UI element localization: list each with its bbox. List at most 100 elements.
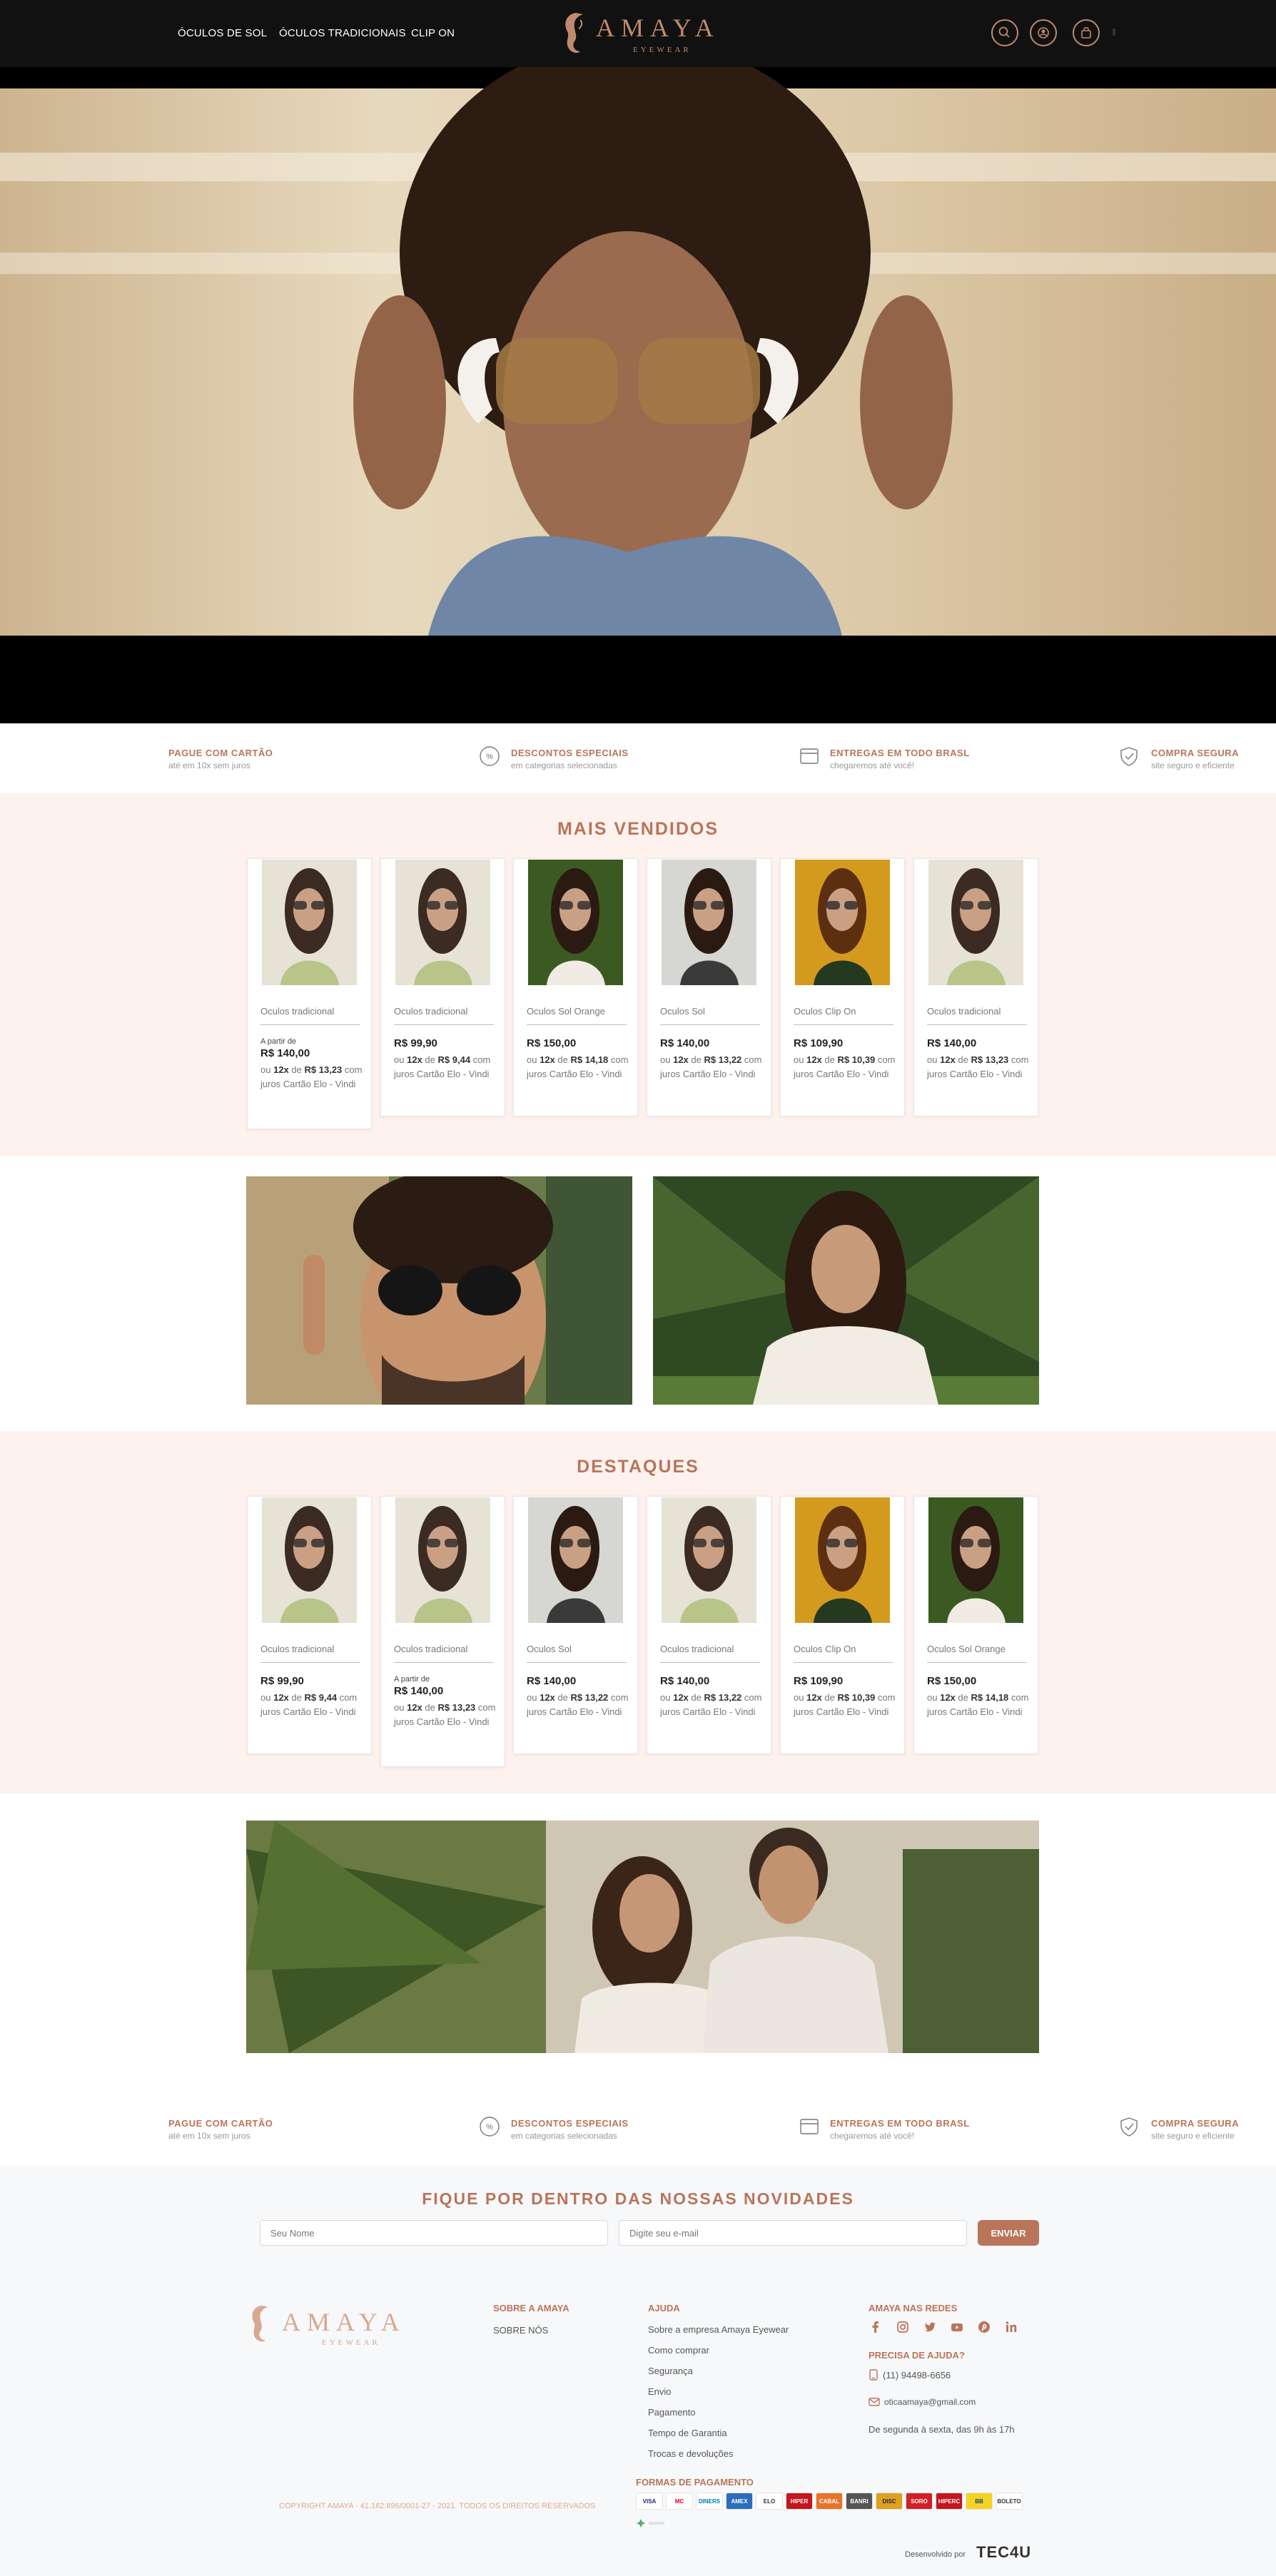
product-name[interactable]: Oculos tradicional	[260, 1644, 334, 1654]
product-card[interactable]: Oculos tradicional A partir de R$ 140,00…	[247, 858, 372, 1129]
email-input[interactable]	[619, 2220, 967, 2246]
product-name[interactable]: Oculos Sol Orange	[927, 1644, 1006, 1654]
divider	[794, 1024, 893, 1025]
product-price: R$ 150,00	[527, 1037, 577, 1049]
product-name[interactable]: Oculos tradicional	[660, 1644, 734, 1654]
product-image[interactable]	[662, 1497, 756, 1623]
highlights-section: DESTAQUES Oculos tradicional R$ 99,90 ou…	[0, 1431, 1276, 1793]
youtube-icon[interactable]	[950, 2320, 964, 2334]
installment-value: R$ 10,39	[837, 1692, 876, 1703]
submit-button[interactable]: ENVIAR	[978, 2220, 1039, 2246]
footer-logo[interactable]: AMAYA EYEWEAR	[246, 2301, 425, 2351]
product-price: R$ 140,00	[927, 1037, 977, 1049]
product-name[interactable]: Oculos tradicional	[394, 1006, 467, 1017]
product-image[interactable]	[662, 860, 756, 985]
product-price: R$ 140,00	[394, 1685, 444, 1697]
social-icons	[869, 2320, 1018, 2334]
nav-clip-on[interactable]: CLIP ON	[411, 27, 455, 39]
payment-method-badge: HIPER	[786, 2493, 813, 2510]
twitter-icon[interactable]	[923, 2320, 937, 2334]
product-card[interactable]: Oculos tradicional R$ 99,90 ou 12x de R$…	[247, 1496, 372, 1754]
product-name[interactable]: Oculos Sol	[660, 1006, 705, 1017]
banner-image	[653, 1176, 1039, 1405]
installment-info: ou 12x de R$ 13,22 com juros Cartão Elo …	[660, 1053, 763, 1081]
nav-oculos-de-sol[interactable]: ÓCULOS DE SOL	[178, 27, 267, 39]
product-name[interactable]: Oculos Clip On	[794, 1006, 856, 1017]
footer-link[interactable]: Pagamento	[648, 2407, 789, 2428]
benefit-subtitle: chegaremos até você!	[830, 2131, 915, 2141]
product-image[interactable]	[528, 1497, 623, 1623]
product-image[interactable]	[395, 860, 490, 985]
installment-prefix: ou	[394, 1054, 405, 1065]
product-image[interactable]	[395, 1497, 490, 1623]
footer-link-about-us[interactable]: SOBRE NÓS	[493, 2325, 548, 2336]
product-card[interactable]: Oculos tradicional R$ 99,90 ou 12x de R$…	[380, 858, 505, 1116]
product-name[interactable]: Oculos tradicional	[927, 1006, 1001, 1017]
developer-logo[interactable]: TEC4U	[976, 2543, 1031, 2562]
product-card[interactable]: Oculos Sol Orange R$ 150,00 ou 12x de R$…	[913, 1496, 1038, 1754]
installment-value: R$ 13,22	[704, 1054, 742, 1065]
product-name[interactable]: Oculos Clip On	[794, 1644, 856, 1654]
linkedin-icon[interactable]	[1004, 2320, 1018, 2334]
footer-phone[interactable]: (11) 94498-6656	[869, 2369, 951, 2381]
product-image[interactable]	[528, 860, 623, 985]
footer-email[interactable]: oticaamaya@gmail.com	[869, 2397, 976, 2407]
product-card[interactable]: Oculos Sol Orange R$ 150,00 ou 12x de R$…	[513, 858, 638, 1116]
account-button[interactable]	[1030, 19, 1057, 46]
logo[interactable]: AMAYA EYEWEAR	[559, 9, 730, 58]
search-button[interactable]	[991, 19, 1018, 46]
name-input[interactable]	[260, 2220, 608, 2246]
benefit-title: ENTREGAS EM TODO BRASL	[830, 748, 970, 758]
installment-info: ou 12x de R$ 13,22 com juros Cartão Elo …	[527, 1691, 629, 1719]
product-name[interactable]: Oculos tradicional	[260, 1006, 334, 1017]
cart-count-indicator	[1113, 29, 1115, 36]
mail-icon	[869, 2398, 880, 2406]
product-image[interactable]	[928, 1497, 1023, 1623]
installment-prefix: ou	[527, 1692, 537, 1703]
footer-link[interactable]: Como comprar	[648, 2345, 789, 2366]
product-image[interactable]	[262, 860, 357, 985]
product-card[interactable]: Oculos Sol R$ 140,00 ou 12x de R$ 13,22 …	[647, 858, 771, 1116]
product-card[interactable]: Oculos Sol R$ 140,00 ou 12x de R$ 13,22 …	[513, 1496, 638, 1754]
banner-couple[interactable]	[246, 1821, 1039, 2053]
footer-link[interactable]: Sobre a empresa Amaya Eyewear	[648, 2324, 789, 2345]
footer-link[interactable]: Tempo de Garantia	[648, 2428, 789, 2448]
nav-oculos-tradicionais[interactable]: ÓCULOS TRADICIONAIS	[279, 27, 406, 39]
installment-of: de	[958, 1692, 968, 1703]
payment-method-badge: VISA	[636, 2493, 663, 2510]
banner-woman-plants[interactable]	[653, 1176, 1039, 1405]
product-price: R$ 140,00	[660, 1037, 710, 1049]
footer-about-title: SOBRE A AMAYA	[493, 2303, 569, 2313]
product-image[interactable]	[795, 1497, 890, 1623]
logo-brand: AMAYA	[282, 2308, 406, 2336]
product-card[interactable]: Oculos tradicional A partir de R$ 140,00…	[380, 1496, 505, 1767]
footer-link[interactable]: Segurança	[648, 2366, 789, 2386]
product-name[interactable]: Oculos Sol Orange	[527, 1006, 605, 1017]
pinterest-icon[interactable]	[977, 2320, 991, 2334]
instagram-icon[interactable]	[896, 2320, 910, 2334]
footer-social-title: AMAYA NAS REDES	[869, 2303, 958, 2313]
product-price: R$ 150,00	[927, 1675, 977, 1687]
banner-sunglasses-man[interactable]	[246, 1176, 632, 1405]
product-card[interactable]: Oculos tradicional R$ 140,00 ou 12x de R…	[913, 858, 1038, 1116]
product-image[interactable]	[928, 860, 1023, 985]
security-seals	[636, 2518, 664, 2528]
product-card[interactable]: Oculos Clip On R$ 109,90 ou 12x de R$ 10…	[780, 1496, 905, 1754]
installment-of: de	[691, 1692, 702, 1703]
product-card[interactable]: Oculos Clip On R$ 109,90 ou 12x de R$ 10…	[780, 858, 905, 1116]
hero-video[interactable]	[0, 67, 1276, 723]
cart-button[interactable]	[1073, 19, 1100, 46]
product-image[interactable]	[262, 1497, 357, 1623]
product-name[interactable]: Oculos Sol	[527, 1644, 572, 1654]
product-photo	[662, 860, 756, 985]
footer-link[interactable]: Trocas e devoluções	[648, 2448, 789, 2469]
product-card[interactable]: Oculos tradicional R$ 140,00 ou 12x de R…	[647, 1496, 771, 1754]
installment-count: 12x	[673, 1054, 689, 1065]
product-name[interactable]: Oculos tradicional	[394, 1644, 467, 1654]
installment-count: 12x	[806, 1054, 822, 1065]
footer-link[interactable]: Envio	[648, 2386, 789, 2407]
facebook-icon[interactable]	[869, 2320, 883, 2334]
installment-count: 12x	[940, 1054, 956, 1065]
product-image[interactable]	[795, 860, 890, 985]
svg-text:%: %	[486, 2123, 493, 2132]
